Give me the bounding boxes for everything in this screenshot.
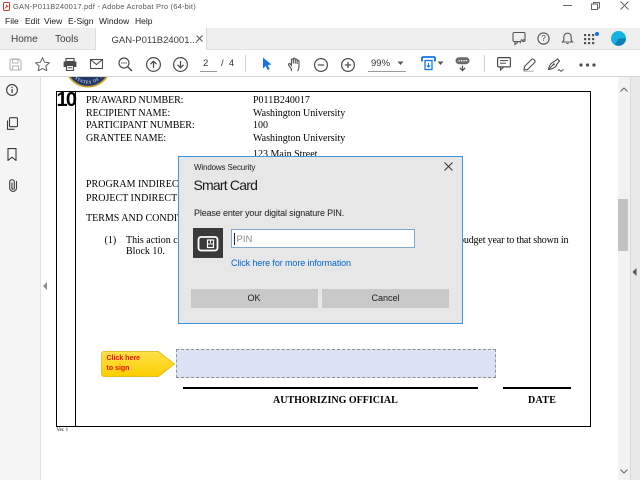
- svg-text:?: ?: [541, 34, 546, 43]
